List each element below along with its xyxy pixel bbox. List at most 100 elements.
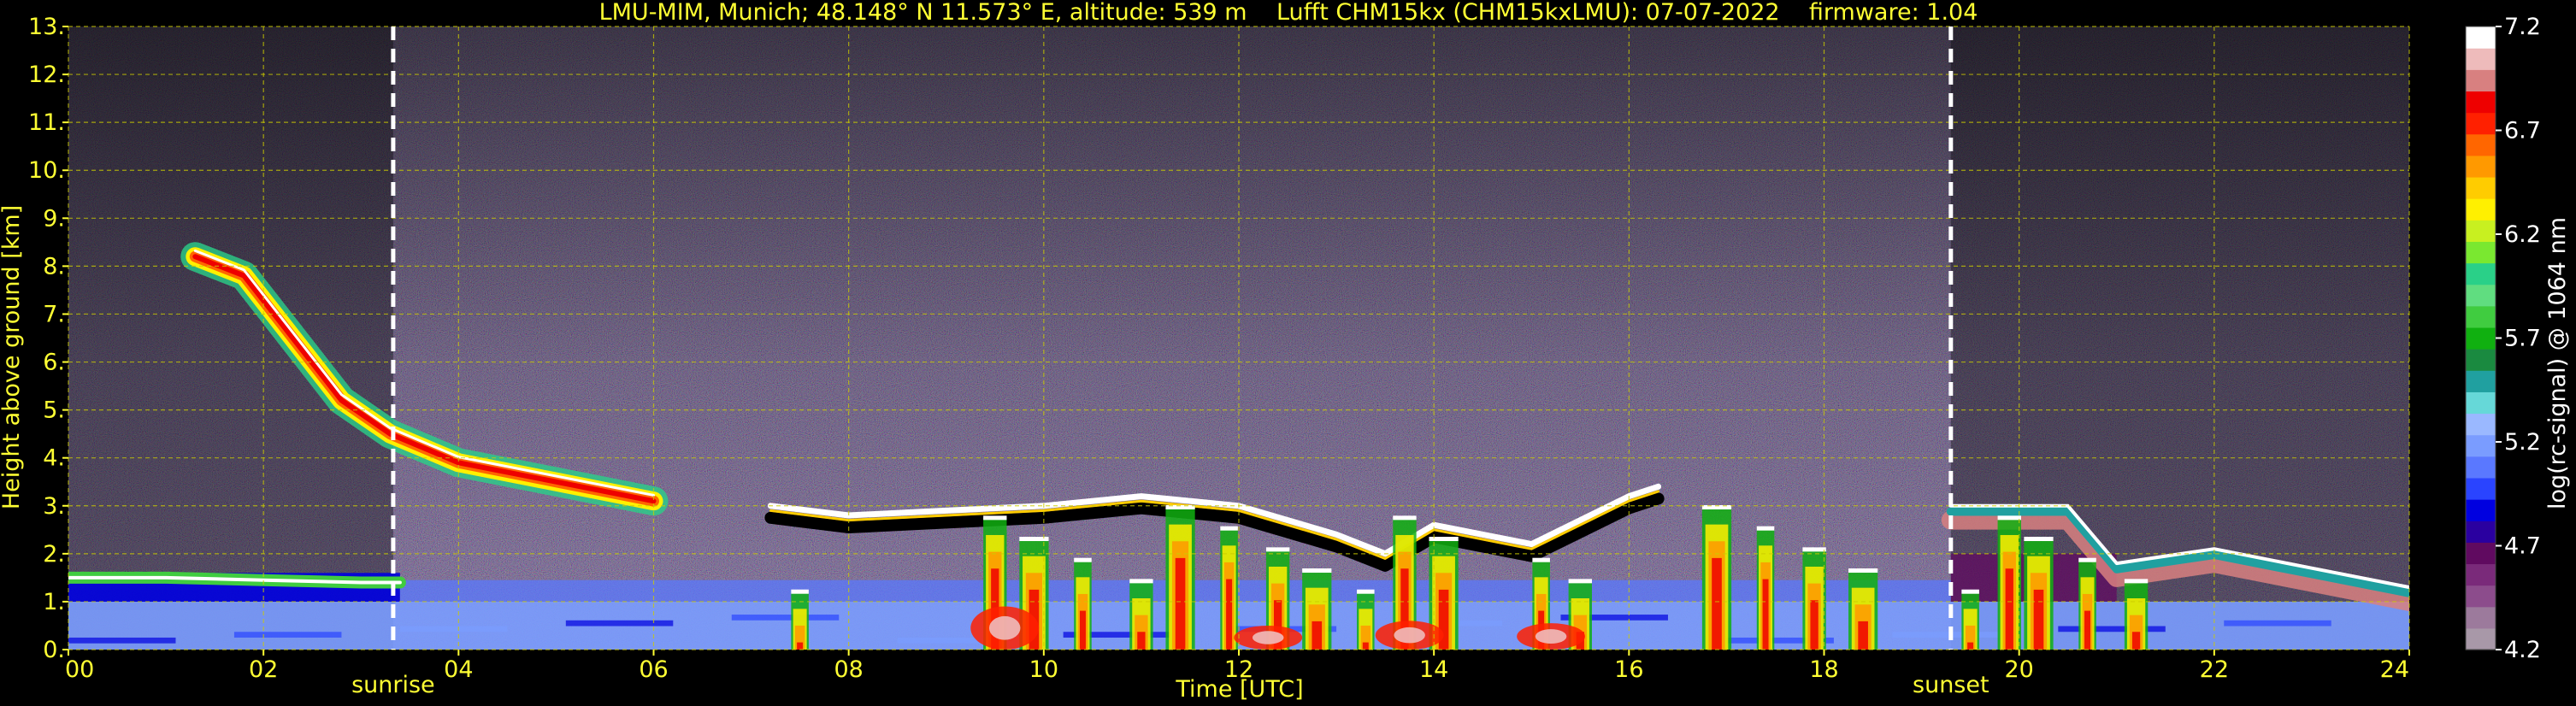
plume-band xyxy=(1137,632,1146,650)
x-tick-label: 22 xyxy=(2200,656,2229,683)
surface-hotspot-core xyxy=(1535,629,1567,644)
plume-top xyxy=(1302,568,1332,574)
colorbar-segment xyxy=(2466,627,2496,650)
y-tick-label: 1. xyxy=(43,589,65,615)
x-tick-label: 24 xyxy=(2380,656,2409,683)
colorbar-segment xyxy=(2466,26,2496,49)
marker-label-sunset: sunset xyxy=(1913,672,1989,698)
colorbar-tick-label: 4.2 xyxy=(2504,637,2541,663)
plume-top xyxy=(1756,526,1775,531)
x-axis-label: Time [UTC] xyxy=(1175,676,1303,703)
colorbar-tick-label: 5.7 xyxy=(2504,326,2541,352)
plume-top xyxy=(1997,515,2021,521)
colorbar-tick-label: 6.7 xyxy=(2504,118,2541,144)
colorbar-segment xyxy=(2466,563,2496,586)
plume-band xyxy=(1858,621,1868,650)
colorbar-segment xyxy=(2466,327,2496,350)
colorbar-segment xyxy=(2466,413,2496,436)
plume-band xyxy=(1712,557,1722,650)
colorbar-segment xyxy=(2466,434,2496,457)
colorbar-segment xyxy=(2466,220,2496,242)
mixed-layer-streak xyxy=(731,615,840,621)
plume-top xyxy=(2124,579,2149,584)
plume-top xyxy=(1532,557,1550,562)
plume-band xyxy=(2005,568,2013,650)
colorbar-segment xyxy=(2466,477,2496,500)
plume-top xyxy=(1357,589,1375,594)
colorbar-tick-label: 4.7 xyxy=(2504,533,2541,560)
y-tick-label: 5. xyxy=(43,397,65,424)
x-tick-label: 02 xyxy=(249,656,278,683)
plume-band xyxy=(1762,579,1769,650)
plume-top xyxy=(1568,579,1592,584)
chart-title: LMU-MIM, Munich; 48.148° N 11.573° E, al… xyxy=(599,0,1978,26)
colorbar-segment xyxy=(2466,133,2496,156)
colorbar-segment xyxy=(2466,456,2496,479)
mixed-layer-streak xyxy=(399,626,508,632)
colorbar-segment xyxy=(2466,91,2496,114)
plume-top xyxy=(1393,515,1417,521)
plume-top xyxy=(2024,537,2054,542)
colorbar-segment xyxy=(2466,241,2496,264)
y-tick-label: 11. xyxy=(28,109,65,136)
colorbar-tick-label: 7.2 xyxy=(2504,14,2541,40)
y-axis: 0. 1. 2. 3. 4. 5. 6. 7. 8. 9. 10. 11. 12. 13. xyxy=(28,14,68,663)
plume-top xyxy=(791,589,809,594)
mixed-layer-streak xyxy=(68,637,176,644)
plume-top xyxy=(1129,579,1153,584)
x-tick-label: 18 xyxy=(1809,656,1838,683)
colorbar-segment xyxy=(2466,69,2496,92)
y-tick-label: 12. xyxy=(28,62,65,88)
plume-band xyxy=(1226,579,1233,650)
plume-top xyxy=(1265,547,1290,552)
x-tick-label: 04 xyxy=(444,656,473,683)
mixed-layer-streak xyxy=(565,620,674,627)
colorbar-segment xyxy=(2466,112,2496,135)
plume-top xyxy=(1961,589,1979,594)
colorbar: 4.2 4.7 5.2 5.7 6.2 6.7 7.2 xyxy=(2465,14,2541,663)
colorbar-segment xyxy=(2466,542,2496,565)
plume-band xyxy=(2131,632,2141,650)
x-tick-label: 06 xyxy=(639,656,668,683)
mixed-layer-streak xyxy=(233,632,342,638)
plume-top xyxy=(1220,526,1238,531)
colorbar-segment xyxy=(2466,606,2496,629)
colorbar-segment xyxy=(2466,391,2496,415)
x-tick-label: 00 xyxy=(65,656,94,683)
y-tick-label: 2. xyxy=(43,541,65,568)
y-axis-label: Height above ground [km] xyxy=(0,205,25,509)
colorbar-tick-label: 5.2 xyxy=(2504,429,2541,456)
y-tick-label: 3. xyxy=(43,493,65,520)
x-tick-label: 10 xyxy=(1029,656,1058,683)
plume-band xyxy=(1175,557,1186,650)
colorbar-segment xyxy=(2466,284,2496,307)
y-tick-label: 4. xyxy=(43,445,65,472)
colorbar-segment xyxy=(2466,585,2496,608)
marker-label-sunrise: sunrise xyxy=(351,672,435,698)
plume-band xyxy=(1967,642,1974,650)
mixed-layer-streak xyxy=(1892,632,2000,638)
y-tick-label: 0. xyxy=(43,637,65,663)
mixed-layer-streak xyxy=(2224,620,2331,627)
plume-band xyxy=(1312,621,1323,650)
colorbar-label: log(rc-signal) @ 1064 nm xyxy=(2544,217,2571,509)
plume-band xyxy=(2033,589,2044,650)
y-tick-label: 9. xyxy=(43,205,65,232)
colorbar-segment xyxy=(2466,155,2496,178)
x-tick-label: 16 xyxy=(1614,656,1643,683)
plume-band xyxy=(1362,642,1369,650)
y-tick-label: 13. xyxy=(28,14,65,40)
colorbar-segment xyxy=(2466,499,2496,521)
x-tick-label: 14 xyxy=(1419,656,1448,683)
plume-top xyxy=(983,515,1007,521)
plume-band xyxy=(797,642,804,650)
plume-band xyxy=(1079,610,1086,650)
y-tick-label: 7. xyxy=(43,301,65,327)
plume-band xyxy=(2084,610,2091,650)
y-tick-label: 8. xyxy=(43,253,65,279)
y-tick-label: 6. xyxy=(43,350,65,376)
plume-top xyxy=(1848,568,1878,574)
x-tick-label: 08 xyxy=(834,656,863,683)
colorbar-segment xyxy=(2466,349,2496,371)
colorbar-segment xyxy=(2466,305,2496,328)
